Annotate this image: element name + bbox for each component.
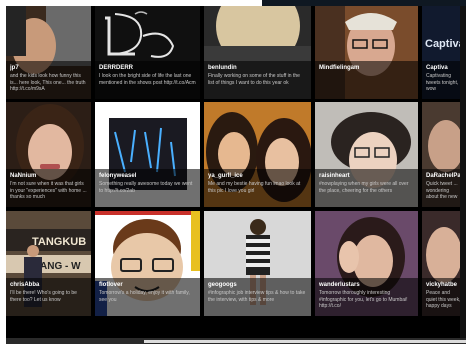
tweet-tile[interactable]: flotlover Tomorrow's a holiday, enjoy it… — [95, 211, 200, 316]
tweet-tile[interactable]: NaNnium I'm not sure when it was that gi… — [6, 102, 91, 207]
tile-caption: geogoogs #infographic job interview tips… — [204, 278, 311, 316]
tile-caption: DERRDERR I look on the bright side of li… — [95, 61, 200, 99]
tile-tweet: and the kids look how funny this is... h… — [10, 73, 86, 92]
tweet-tile[interactable]: jp7 and the kids look how funny this is.… — [6, 6, 91, 99]
tile-tweet: Tomorrow's a holiday, enjoy it with fami… — [99, 290, 190, 303]
tile-tweet: Tomorrow thoroughly interesting #infogra… — [319, 290, 408, 309]
tile-tweet: Quick tweet ... wondering about the new … — [426, 181, 458, 201]
tile-username[interactable]: felonyweasel — [99, 172, 196, 180]
tile-tweet: Peace and quiet this week, happy days — [426, 290, 461, 309]
tile-caption: raisinheart #nowplaying when my girls we… — [315, 169, 418, 207]
tile-logo-text: Captiva — [425, 38, 465, 50]
tile-username[interactable]: NaNnium — [10, 172, 87, 180]
tile-username[interactable]: raisinheart — [319, 172, 414, 180]
tile-username[interactable]: jp7 — [10, 64, 87, 72]
tile-tweet — [319, 73, 414, 93]
tile-caption: wanderlustars Tomorrow thoroughly intere… — [315, 278, 418, 316]
scrollbar-thumb[interactable] — [144, 340, 466, 343]
tile-caption: felonyweasel Something really awesome to… — [95, 169, 200, 207]
tile-tweet: Something really awesome today we went t… — [99, 181, 193, 194]
tile-username[interactable]: geogoogs — [208, 281, 307, 289]
tile-username[interactable]: Captiva — [426, 64, 462, 72]
tweet-tile[interactable]: Mindfielingam — [315, 6, 418, 99]
horizontal-scrollbar[interactable] — [6, 338, 466, 344]
tweet-tile[interactable]: TANGKUB ANG - W chrisAbba I'll be there!… — [6, 211, 91, 316]
tweet-tile[interactable]: wanderlustars Tomorrow thoroughly intere… — [315, 211, 418, 316]
tile-caption: ya_gurll_ice Me and my bestie having fun… — [204, 169, 311, 207]
tile-username[interactable]: benlundin — [208, 64, 307, 72]
tweet-tile[interactable]: geogoogs #infographic job interview tips… — [204, 211, 311, 316]
tile-caption: jp7 and the kids look how funny this is.… — [6, 61, 91, 99]
right-edge-strip — [460, 6, 466, 338]
tile-username[interactable]: DaRachelPa — [426, 172, 462, 180]
tweet-tile[interactable]: raisinheart #nowplaying when my girls we… — [315, 102, 418, 207]
tile-caption: flotlover Tomorrow's a holiday, enjoy it… — [95, 278, 200, 316]
photo-tweet-grid: jp7 and the kids look how funny this is.… — [6, 6, 466, 344]
tile-tweet: Me and my bestie having fun lmao look at… — [208, 181, 301, 194]
tile-tweet: Finally working on some of the stuff in … — [208, 73, 300, 86]
tweet-tile[interactable]: DERRDERR I look on the bright side of li… — [95, 6, 200, 99]
tile-username[interactable]: DERRDERR — [99, 64, 196, 72]
tile-tweet: I look on the bright side of life the la… — [99, 73, 196, 86]
tile-username[interactable]: wanderlustars — [319, 281, 414, 289]
tile-tweet: I'll be there! Who's going to be there t… — [10, 290, 77, 303]
svg-text:ANG - W: ANG - W — [40, 261, 81, 272]
tile-username[interactable]: vickyhatbe — [426, 281, 462, 289]
tile-caption: benlundin Finally working on some of the… — [204, 61, 311, 99]
svg-text:TANGKUB: TANGKUB — [32, 236, 86, 248]
tweet-tile[interactable]: felonyweasel Something really awesome to… — [95, 102, 200, 207]
tile-tweet: I'm not sure when it was that girls in y… — [10, 181, 87, 200]
tweet-tile[interactable]: ya_gurll_ice Me and my bestie having fun… — [204, 102, 311, 207]
tile-username[interactable]: Mindfielingam — [319, 64, 414, 72]
tile-username[interactable]: chrisAbba — [10, 281, 87, 289]
tile-caption: Mindfielingam — [315, 61, 418, 99]
tile-caption: NaNnium I'm not sure when it was that gi… — [6, 169, 91, 207]
tile-caption: chrisAbba I'll be there! Who's going to … — [6, 278, 91, 316]
tile-tweet: #infographic job interview tips & how to… — [208, 290, 306, 303]
tweet-tile[interactable]: benlundin Finally working on some of the… — [204, 6, 311, 99]
tile-username[interactable]: flotlover — [99, 281, 196, 289]
tile-username[interactable]: ya_gurll_ice — [208, 172, 307, 180]
tile-tweet: Captivating tweets tonight, wow — [426, 73, 459, 92]
tile-tweet: #nowplaying when my girls were all over … — [319, 181, 409, 194]
